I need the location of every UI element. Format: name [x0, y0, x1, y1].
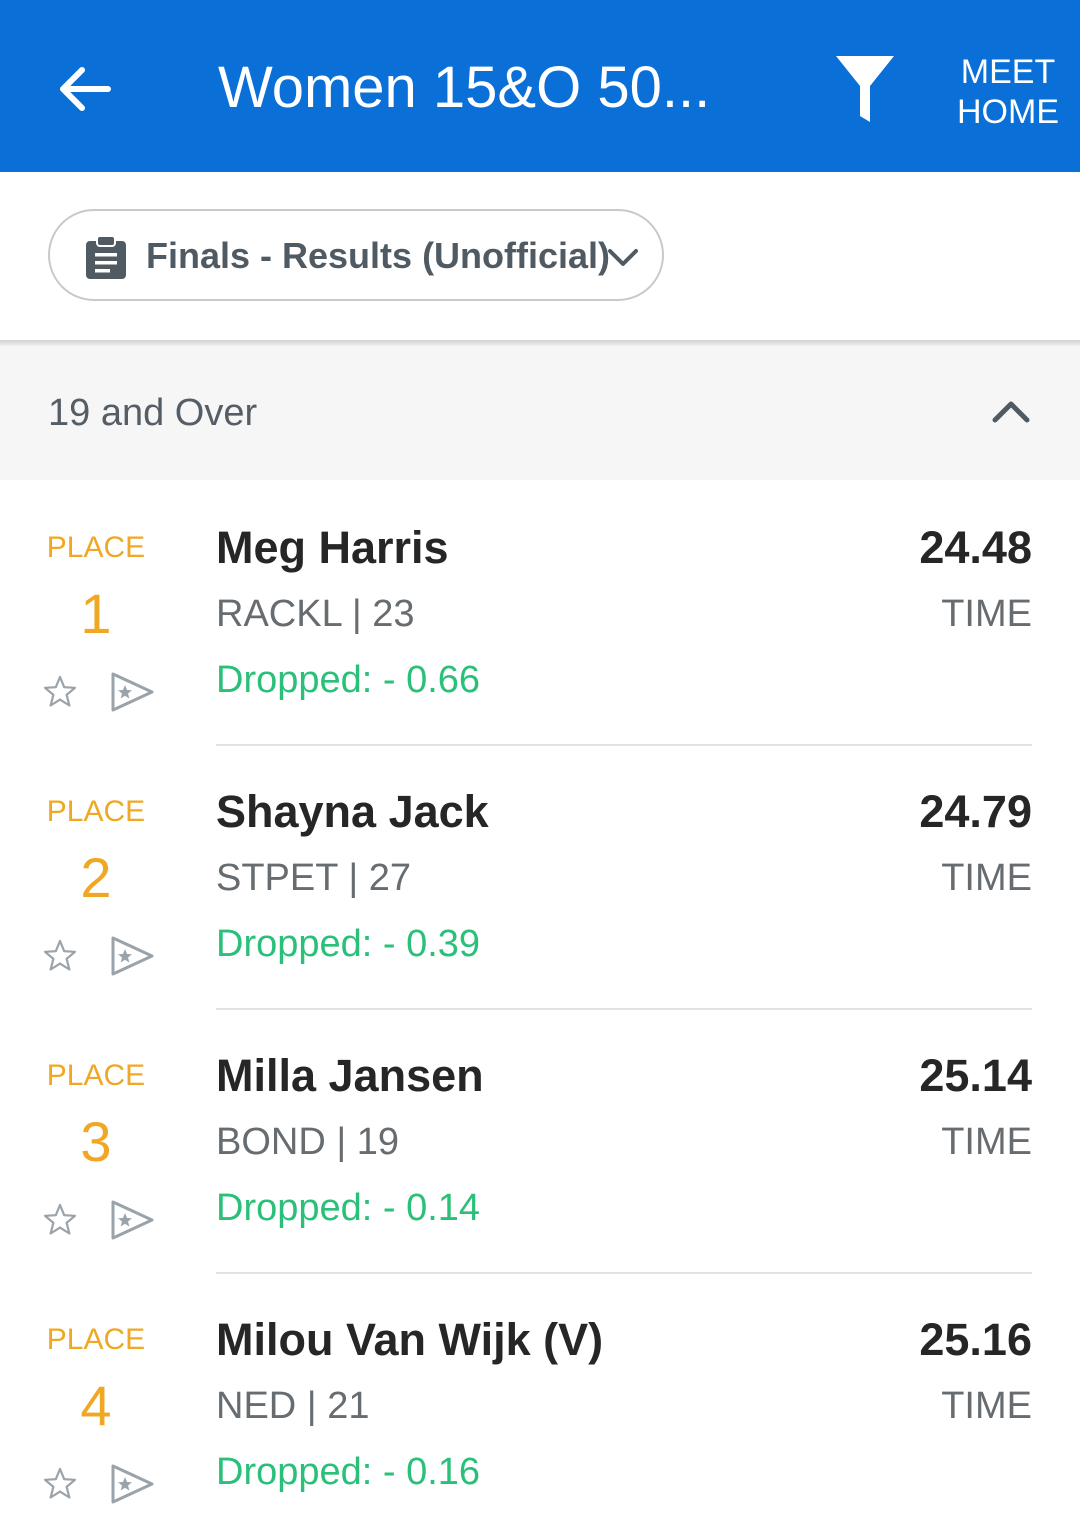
time-label: TIME	[941, 857, 1032, 899]
time-label: TIME	[941, 1121, 1032, 1163]
time-dropped: Dropped: - 0.39	[216, 923, 481, 965]
meet-home-line2: HOME	[957, 93, 1059, 131]
place-label: PLACE	[46, 1059, 146, 1092]
app-bar: Women 15&O 50... MEET HOME	[0, 0, 1080, 172]
session-dropdown[interactable]: Finals - Results (Unofficial)	[48, 209, 664, 301]
session-label: Finals - Results (Unofficial)	[146, 235, 611, 276]
age-group-header[interactable]: 19 and Over	[0, 346, 1080, 480]
back-arrow-icon	[60, 67, 111, 111]
result-time: 24.79	[919, 786, 1032, 837]
place-label: PLACE	[46, 795, 146, 828]
time-dropped: Dropped: - 0.14	[216, 1187, 481, 1229]
place-number: 2	[80, 846, 112, 909]
club-age: NED | 21	[216, 1385, 370, 1427]
chevron-down-icon	[608, 249, 638, 266]
star-icon[interactable]	[42, 938, 78, 974]
flag-icon[interactable]	[108, 934, 156, 978]
age-group-title: 19 and Over	[48, 392, 258, 434]
club-age: RACKL | 23	[216, 593, 415, 635]
swimmer-name[interactable]: Milla Jansen	[216, 1048, 484, 1104]
result-time: 25.16	[919, 1314, 1032, 1365]
place-number: 1	[80, 582, 112, 645]
page-title: Women 15&O 50...	[218, 55, 711, 120]
result-row[interactable]: PLACE 2 Shayna Jack STPET | 27 Dropped: …	[0, 746, 1080, 1010]
swimmer-name[interactable]: Meg Harris	[216, 520, 449, 576]
result-row[interactable]: PLACE 1 Meg Harris RACKL | 23 Dropped: -…	[0, 482, 1080, 746]
clipboard-icon	[86, 235, 126, 279]
result-time: 24.48	[919, 522, 1032, 573]
filter-icon	[836, 56, 894, 122]
swimmer-name[interactable]: Milou Van Wijk (V)	[216, 1312, 603, 1368]
result-row[interactable]: PLACE 3 Milla Jansen BOND | 19 Dropped: …	[0, 1010, 1080, 1274]
result-row[interactable]: PLACE 4 Milou Van Wijk (V) NED | 21 Drop…	[0, 1274, 1080, 1538]
chevron-up-icon[interactable]	[990, 396, 1032, 426]
flag-icon[interactable]	[108, 1198, 156, 1242]
time-label: TIME	[941, 1385, 1032, 1427]
result-time: 25.14	[919, 1050, 1032, 1101]
back-button[interactable]	[52, 56, 118, 122]
club-age: STPET | 27	[216, 857, 412, 899]
time-dropped: Dropped: - 0.16	[216, 1451, 481, 1493]
meet-home-line1: MEET	[960, 53, 1056, 91]
flag-icon[interactable]	[108, 1462, 156, 1506]
star-icon[interactable]	[42, 674, 78, 710]
swimmer-name[interactable]: Shayna Jack	[216, 784, 489, 840]
place-label: PLACE	[46, 531, 146, 564]
flag-icon[interactable]	[108, 670, 156, 714]
place-number: 3	[80, 1110, 112, 1173]
session-selector-area: Finals - Results (Unofficial)	[0, 172, 1080, 342]
star-icon[interactable]	[42, 1202, 78, 1238]
place-label: PLACE	[46, 1323, 146, 1356]
star-icon[interactable]	[42, 1466, 78, 1502]
time-dropped: Dropped: - 0.66	[216, 659, 481, 701]
filter-button[interactable]	[830, 50, 900, 128]
place-number: 4	[80, 1374, 112, 1437]
club-age: BOND | 19	[216, 1121, 400, 1163]
meet-home-button[interactable]: MEET HOME	[952, 52, 1064, 132]
time-label: TIME	[941, 593, 1032, 635]
